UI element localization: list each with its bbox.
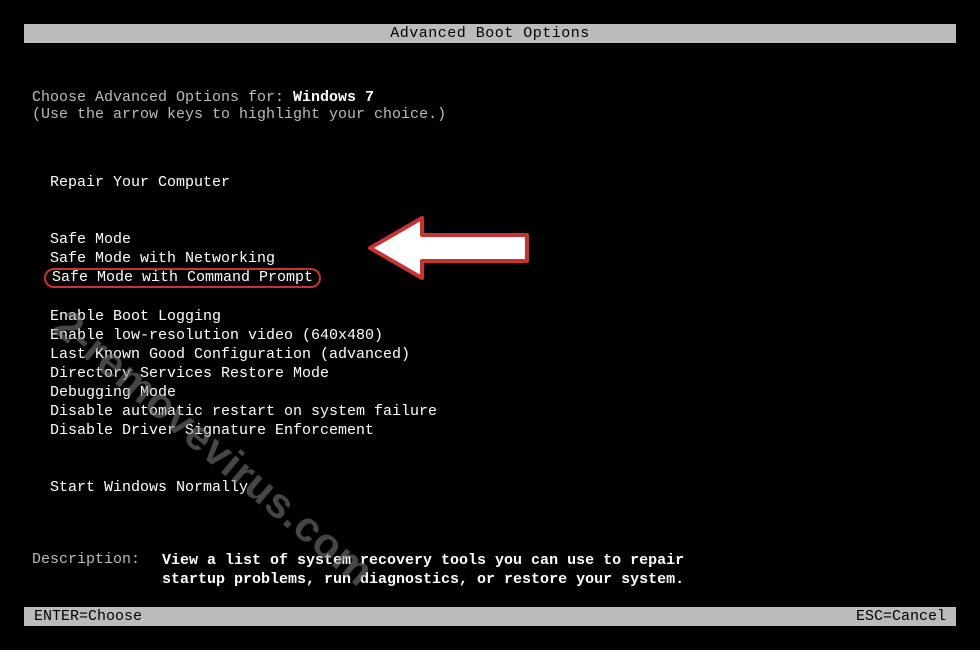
menu-item-bootlog[interactable]: Enable Boot Logging [50,307,948,326]
instruction-prefix: Choose Advanced Options for: [32,89,293,106]
instruction-line: Choose Advanced Options for: Windows 7 [32,89,948,106]
menu-item-safemode-cmd[interactable]: Safe Mode with Command Prompt [50,268,948,288]
menu-item-safemode-net[interactable]: Safe Mode with Networking [50,249,948,268]
description-block: Description: View a list of system recov… [32,551,948,589]
menu-item-safemode[interactable]: Safe Mode [50,230,948,249]
boot-menu[interactable]: Repair Your Computer Safe Mode Safe Mode… [32,173,948,497]
menu-item-debug[interactable]: Debugging Mode [50,383,948,402]
menu-item-lkgc[interactable]: Last Known Good Configuration (advanced) [50,345,948,364]
menu-item-nodriversig[interactable]: Disable Driver Signature Enforcement [50,421,948,440]
menu-item-repair[interactable]: Repair Your Computer [50,173,948,192]
footer-esc: ESC=Cancel [856,608,946,625]
instruction-hint: (Use the arrow keys to highlight your ch… [32,106,948,123]
boot-screen: Advanced Boot Options Choose Advanced Op… [24,24,956,626]
instruction-block: Choose Advanced Options for: Windows 7 (… [32,89,948,123]
footer-bar: ENTER=Choose ESC=Cancel [24,607,956,626]
description-line2: startup problems, run diagnostics, or re… [162,570,684,589]
content-area: Choose Advanced Options for: Windows 7 (… [24,89,956,589]
menu-item-dsrm[interactable]: Directory Services Restore Mode [50,364,948,383]
description-line1: View a list of system recovery tools you… [162,551,684,570]
menu-item-lowres[interactable]: Enable low-resolution video (640x480) [50,326,948,345]
description-label: Description: [32,551,162,589]
os-name: Windows 7 [293,89,374,106]
menu-item-norestart[interactable]: Disable automatic restart on system fail… [50,402,948,421]
menu-item-normal[interactable]: Start Windows Normally [50,478,948,497]
footer-enter: ENTER=Choose [34,608,142,625]
title-bar: Advanced Boot Options [24,24,956,43]
screen-title: Advanced Boot Options [390,25,590,42]
description-text: View a list of system recovery tools you… [162,551,684,589]
highlighted-option[interactable]: Safe Mode with Command Prompt [44,268,321,288]
